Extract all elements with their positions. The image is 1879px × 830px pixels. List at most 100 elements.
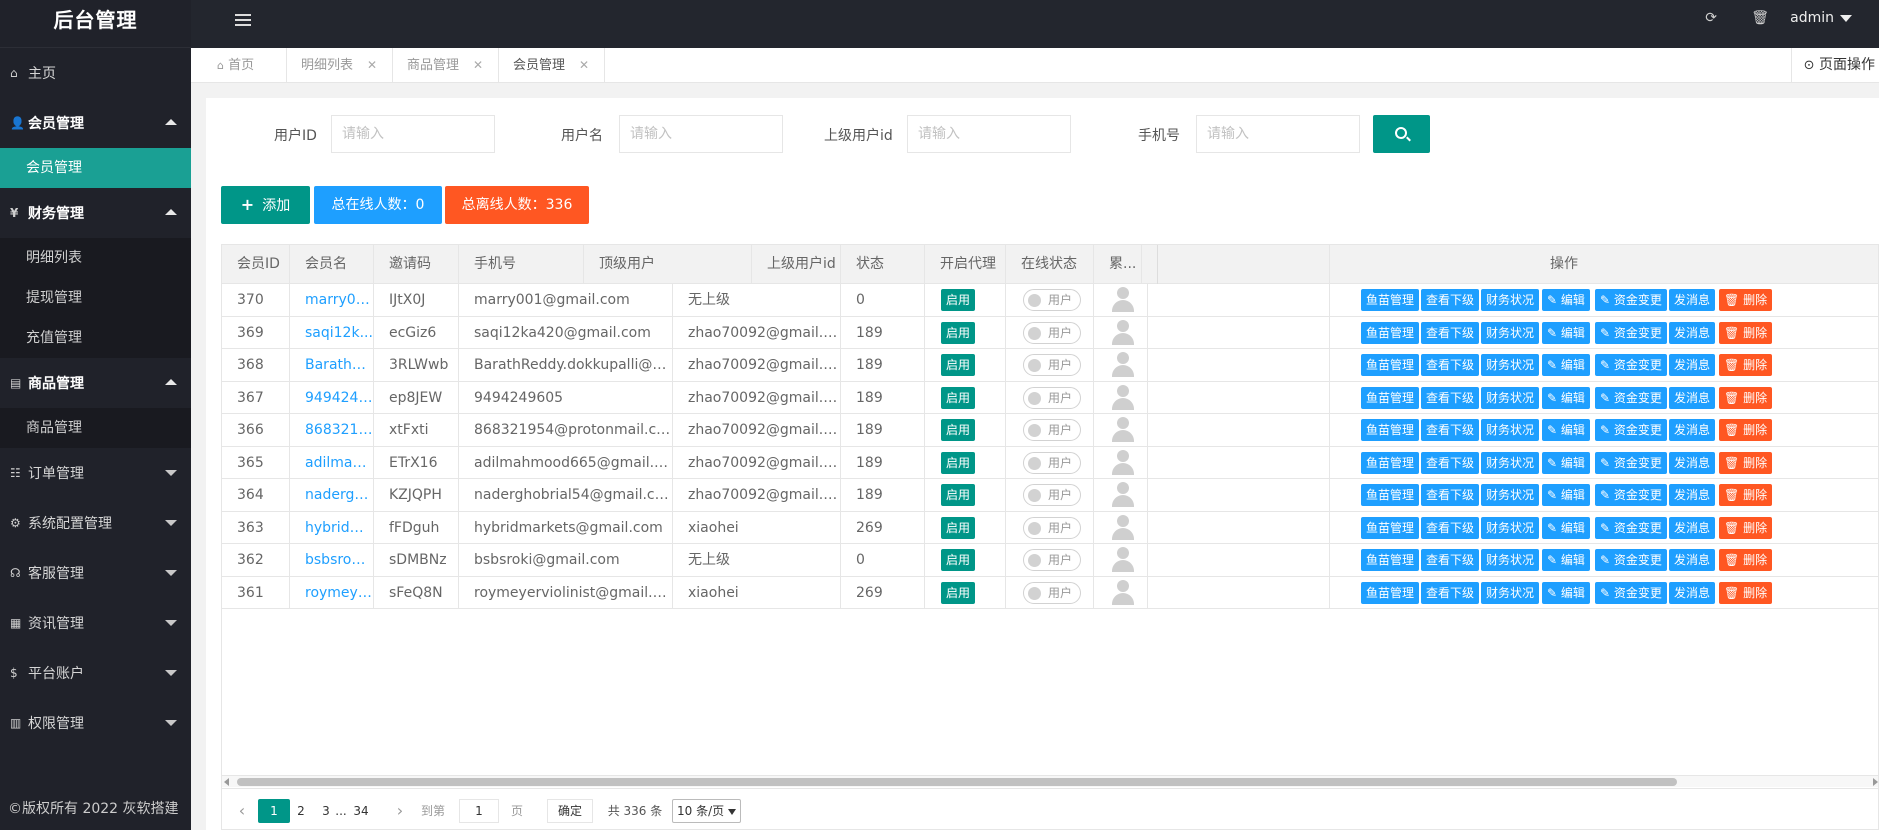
cell-member-name[interactable]: 9494249... — [290, 381, 374, 414]
action-6-button[interactable]: 🗑 删除 — [1719, 321, 1773, 344]
close-icon[interactable]: ✕ — [367, 58, 377, 72]
action-5-button[interactable]: 发消息 — [1669, 581, 1716, 604]
action-4-button[interactable]: ✎ 资金变更 — [1595, 484, 1667, 506]
username-input[interactable] — [619, 115, 783, 153]
menu-toggle-icon[interactable] — [235, 14, 251, 26]
tab-home[interactable]: ⌂ 首页 — [191, 48, 287, 83]
tab-products[interactable]: 商品管理 ✕ — [393, 48, 499, 83]
action-4-button[interactable]: ✎ 资金变更 — [1595, 289, 1667, 311]
sidebar-item-home[interactable]: ⌂ 主页 — [0, 48, 191, 98]
action-0-button[interactable]: 鱼苗管理 — [1361, 321, 1420, 344]
action-2-button[interactable]: 财务状况 — [1481, 419, 1540, 441]
sidebar-subitem[interactable]: 提现管理 — [0, 278, 191, 318]
sidebar-group-7[interactable]: $ 平台账户 — [0, 648, 191, 698]
action-1-button[interactable]: 查看下级 — [1421, 451, 1480, 474]
action-0-button[interactable]: 鱼苗管理 — [1361, 354, 1420, 376]
online-toggle[interactable]: 用户 — [1023, 581, 1081, 604]
action-3-button[interactable]: ✎ 编辑 — [1542, 581, 1590, 604]
online-toggle[interactable]: 用户 — [1023, 386, 1081, 409]
action-5-button[interactable]: 发消息 — [1669, 549, 1716, 571]
action-5-button[interactable]: 发消息 — [1669, 451, 1716, 474]
action-1-button[interactable]: 查看下级 — [1421, 484, 1480, 506]
next-page-icon[interactable]: › — [390, 799, 410, 823]
cell-member-name[interactable]: bsbsroki... — [290, 544, 374, 576]
online-toggle[interactable]: 用户 — [1023, 516, 1081, 539]
status-badge[interactable]: 启用 — [941, 419, 976, 441]
sidebar-group-0[interactable]: 👤 会员管理 — [0, 98, 191, 148]
action-0-button[interactable]: 鱼苗管理 — [1361, 451, 1420, 474]
action-5-button[interactable]: 发消息 — [1669, 321, 1716, 344]
goto-confirm-button[interactable]: 确定 — [547, 799, 594, 823]
page-1[interactable]: 1 — [258, 799, 290, 823]
action-2-button[interactable]: 财务状况 — [1481, 484, 1540, 506]
status-badge[interactable]: 启用 — [941, 484, 976, 506]
action-3-button[interactable]: ✎ 编辑 — [1542, 419, 1590, 441]
trash-icon[interactable]: 🗑 — [1751, 10, 1769, 26]
sidebar-group-2[interactable]: ▤ 商品管理 — [0, 358, 191, 408]
action-4-button[interactable]: ✎ 资金变更 — [1595, 451, 1667, 474]
action-5-button[interactable]: 发消息 — [1669, 386, 1716, 409]
action-4-button[interactable]: ✎ 资金变更 — [1595, 419, 1667, 441]
action-1-button[interactable]: 查看下级 — [1421, 354, 1480, 376]
action-4-button[interactable]: ✎ 资金变更 — [1595, 354, 1667, 376]
horizontal-scrollbar[interactable] — [222, 775, 1878, 787]
sidebar-subitem[interactable]: 充值管理 — [0, 318, 191, 358]
action-1-button[interactable]: 查看下级 — [1421, 386, 1480, 409]
online-toggle[interactable]: 用户 — [1023, 484, 1081, 506]
action-0-button[interactable]: 鱼苗管理 — [1361, 386, 1420, 409]
status-badge[interactable]: 启用 — [941, 549, 976, 571]
cell-member-name[interactable]: roymeye... — [290, 576, 374, 609]
sidebar-subitem[interactable]: 商品管理 — [0, 408, 191, 448]
action-2-button[interactable]: 财务状况 — [1481, 516, 1540, 539]
online-toggle[interactable]: 用户 — [1023, 549, 1081, 571]
search-button[interactable] — [1373, 115, 1430, 153]
offline-count-button[interactable]: 总离线人数：336 — [445, 186, 589, 224]
action-1-button[interactable]: 查看下级 — [1421, 321, 1480, 344]
sidebar-group-3[interactable]: ☷ 订单管理 — [0, 448, 191, 498]
action-5-button[interactable]: 发消息 — [1669, 419, 1716, 441]
action-3-button[interactable]: ✎ 编辑 — [1542, 289, 1590, 311]
action-1-button[interactable]: 查看下级 — [1421, 419, 1480, 441]
action-0-button[interactable]: 鱼苗管理 — [1361, 581, 1420, 604]
action-3-button[interactable]: ✎ 编辑 — [1542, 516, 1590, 539]
action-4-button[interactable]: ✎ 资金变更 — [1595, 321, 1667, 344]
action-2-button[interactable]: 财务状况 — [1481, 549, 1540, 571]
action-6-button[interactable]: 🗑 删除 — [1719, 451, 1773, 474]
sidebar-group-4[interactable]: ⚙ 系统配置管理 — [0, 498, 191, 548]
sidebar-group-1[interactable]: ¥ 财务管理 — [0, 188, 191, 238]
action-0-button[interactable]: 鱼苗管理 — [1361, 516, 1420, 539]
status-badge[interactable]: 启用 — [941, 451, 976, 474]
action-6-button[interactable]: 🗑 删除 — [1719, 386, 1773, 409]
sidebar-subitem[interactable]: 明细列表 — [0, 238, 191, 278]
sidebar-subitem[interactable]: 会员管理 — [0, 148, 191, 188]
action-0-button[interactable]: 鱼苗管理 — [1361, 549, 1420, 571]
action-6-button[interactable]: 🗑 删除 — [1719, 581, 1773, 604]
sidebar-group-8[interactable]: ▥ 权限管理 — [0, 698, 191, 748]
sidebar-group-6[interactable]: ▦ 资讯管理 — [0, 598, 191, 648]
action-6-button[interactable]: 🗑 删除 — [1719, 549, 1773, 571]
action-2-button[interactable]: 财务状况 — [1481, 354, 1540, 376]
action-2-button[interactable]: 财务状况 — [1481, 581, 1540, 604]
cell-member-name[interactable]: BarathR... — [290, 349, 374, 381]
status-badge[interactable]: 启用 — [941, 354, 976, 376]
cell-member-name[interactable]: 8683219... — [290, 414, 374, 446]
action-3-button[interactable]: ✎ 编辑 — [1542, 451, 1590, 474]
col-resize-handle[interactable] — [1142, 245, 1158, 284]
add-button[interactable]: + 添加 — [221, 186, 310, 224]
parent-id-input[interactable] — [907, 115, 1071, 153]
cell-member-name[interactable]: marry00... — [290, 284, 374, 316]
refresh-icon[interactable]: ⟳ — [1705, 10, 1717, 26]
action-3-button[interactable]: ✎ 编辑 — [1542, 321, 1590, 344]
action-1-button[interactable]: 查看下级 — [1421, 581, 1480, 604]
action-2-button[interactable]: 财务状况 — [1481, 386, 1540, 409]
action-6-button[interactable]: 🗑 删除 — [1719, 484, 1773, 506]
action-0-button[interactable]: 鱼苗管理 — [1361, 419, 1420, 441]
online-toggle[interactable]: 用户 — [1023, 289, 1081, 311]
page-34[interactable]: 34 — [351, 799, 371, 823]
action-5-button[interactable]: 发消息 — [1669, 289, 1716, 311]
page-2[interactable]: 2 — [294, 799, 308, 823]
close-icon[interactable]: ✕ — [473, 58, 483, 72]
action-3-button[interactable]: ✎ 编辑 — [1542, 549, 1590, 571]
cell-member-name[interactable]: saqi12k... — [290, 316, 374, 349]
action-3-button[interactable]: ✎ 编辑 — [1542, 484, 1590, 506]
